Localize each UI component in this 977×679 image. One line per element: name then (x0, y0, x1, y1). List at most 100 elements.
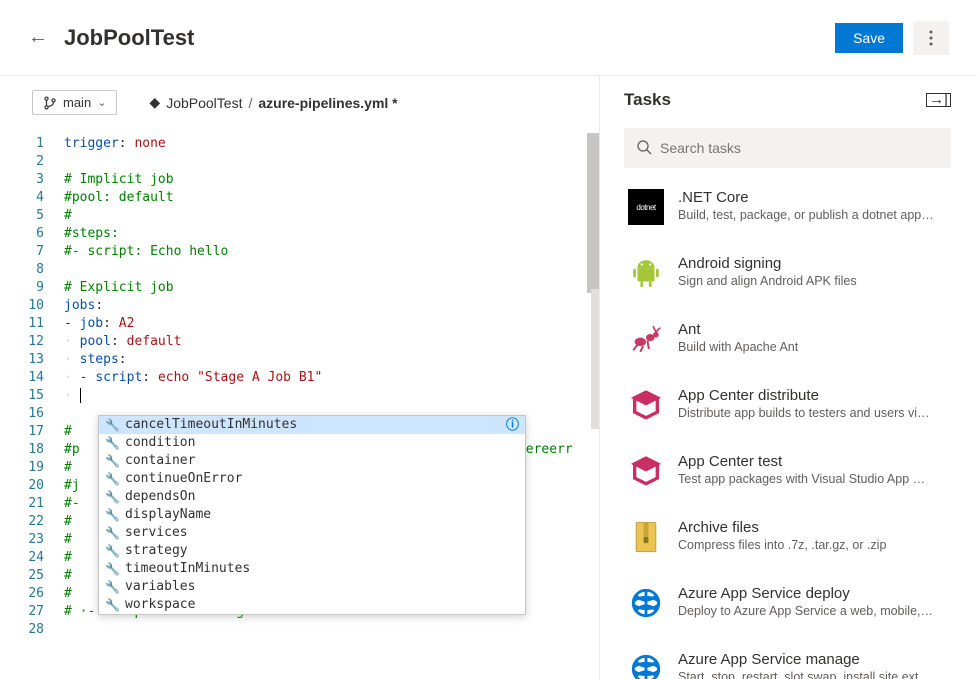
code-line[interactable]: - job: A2 (64, 315, 599, 333)
suggestion-label: condition (125, 434, 195, 452)
suggestion-item[interactable]: 🔧cancelTimeoutInMinutesⓘ (99, 416, 525, 434)
task-item[interactable]: dotnet.NET CoreBuild, test, package, or … (624, 174, 969, 240)
line-number: 26 (0, 585, 64, 603)
wrench-icon: 🔧 (105, 542, 119, 560)
suggestion-item[interactable]: 🔧 timeoutInMinutes (99, 560, 525, 578)
code-line[interactable]: # Implicit job (64, 171, 599, 189)
code-line[interactable] (64, 621, 599, 639)
line-number: 15 (0, 387, 64, 405)
line-number: 23 (0, 531, 64, 549)
line-number: 17 (0, 423, 64, 441)
code-line[interactable] (64, 261, 599, 279)
line-number: 5 (0, 207, 64, 225)
task-item[interactable]: App Center distribute Distribute app buil… (624, 372, 969, 438)
line-number: 18 (0, 441, 64, 459)
suggestion-item[interactable]: 🔧dependsOn (99, 488, 525, 506)
more-actions-button[interactable] (913, 21, 949, 55)
task-description: Test app packages with Visual Studio App… (678, 472, 934, 486)
code-line[interactable]: #pool: default (64, 189, 599, 207)
line-number: 3 (0, 171, 64, 189)
suggestion-label: continueOnError (125, 470, 242, 488)
task-search-input[interactable] (660, 140, 939, 156)
wrench-icon: 🔧 (105, 596, 119, 614)
task-search-box[interactable] (624, 128, 951, 168)
task-icon: dotnet (628, 189, 664, 225)
branch-icon (43, 96, 57, 110)
code-line[interactable]: · steps: (64, 351, 599, 369)
code-editor[interactable]: 1234567891011121314151617181920212223242… (0, 133, 599, 679)
suggestion-label: cancelTimeoutInMinutes (125, 416, 297, 434)
project-icon: ◆ (149, 94, 160, 111)
line-number: 25 (0, 567, 64, 585)
line-number: 2 (0, 153, 64, 171)
task-title: Android signing (678, 255, 857, 272)
code-line[interactable]: jobs: (64, 297, 599, 315)
suggestion-item[interactable]: 🔧variables (99, 578, 525, 596)
wrench-icon: 🔧 (105, 560, 119, 578)
code-line[interactable]: # Explicit job (64, 279, 599, 297)
code-line[interactable] (64, 153, 599, 171)
code-line[interactable]: · (64, 387, 599, 405)
suggestion-item[interactable]: 🔧condition (99, 434, 525, 452)
task-description: Deploy to Azure App Service a web, mobil… (678, 604, 934, 618)
task-description: Distribute app builds to testers and use… (678, 406, 934, 420)
task-item[interactable]: Archive filesCompress files into .7z, .t… (624, 504, 969, 570)
task-icon (628, 585, 664, 621)
task-description: Start, stop, restart, slot swap, install… (678, 670, 934, 679)
task-description: Compress files into .7z, .tar.gz, or .zi… (678, 538, 886, 552)
back-icon[interactable]: ← (28, 26, 48, 49)
task-item[interactable]: Android signing Sign and align Android AP… (624, 240, 969, 306)
line-number: 19 (0, 459, 64, 477)
line-number: 22 (0, 513, 64, 531)
line-number: 20 (0, 477, 64, 495)
task-description: Build with Apache Ant (678, 340, 798, 354)
task-icon (628, 255, 664, 291)
suggestion-item[interactable]: 🔧displayName (99, 506, 525, 524)
code-line[interactable]: #- script: Echo hello (64, 243, 599, 261)
code-line[interactable]: #steps: (64, 225, 599, 243)
task-item[interactable]: Azure App Service deployDeploy to Azure … (624, 570, 969, 636)
collapse-tasks-icon[interactable]: →| (926, 93, 951, 107)
breadcrumb: ◆ JobPoolTest / azure-pipelines.yml * (149, 94, 397, 111)
line-number: 27 (0, 603, 64, 621)
task-icon (628, 453, 664, 489)
suggestion-label: workspace (125, 596, 195, 614)
line-number: 10 (0, 297, 64, 315)
suggestion-label: timeoutInMinutes (125, 560, 250, 578)
line-number: 28 (0, 621, 64, 639)
code-line[interactable]: · - script: echo "Stage A Job B1" (64, 369, 599, 387)
suggestion-label: container (125, 452, 195, 470)
line-number: 12 (0, 333, 64, 351)
line-number: 4 (0, 189, 64, 207)
task-title: .NET Core (678, 189, 934, 206)
line-number: 24 (0, 549, 64, 567)
task-icon (628, 387, 664, 423)
suggestion-label: displayName (125, 506, 211, 524)
intellisense-suggestions[interactable]: 🔧cancelTimeoutInMinutesⓘ🔧condition🔧conta… (98, 415, 526, 615)
suggestion-item[interactable]: 🔧 workspace (99, 596, 525, 614)
save-button[interactable]: Save (835, 23, 903, 53)
suggestion-item[interactable]: 🔧 continueOnError (99, 470, 525, 488)
wrench-icon: 🔧 (105, 470, 119, 488)
branch-selector[interactable]: main ⌄ (32, 90, 117, 115)
wrench-icon: 🔧 (105, 578, 119, 596)
editor-scrollbar[interactable] (587, 133, 599, 293)
task-title: App Center distribute (678, 387, 934, 404)
wrench-icon: 🔧 (105, 524, 119, 542)
branch-name: main (63, 95, 91, 110)
task-item[interactable]: App Center testTest app packages with Vi… (624, 438, 969, 504)
code-line[interactable]: trigger: none (64, 135, 599, 153)
task-description: Sign and align Android APK files (678, 274, 857, 288)
info-icon[interactable]: ⓘ (506, 416, 519, 434)
suggestion-item[interactable]: 🔧container (99, 452, 525, 470)
suggestion-item[interactable]: 🔧strategy (99, 542, 525, 560)
code-line[interactable]: # (64, 207, 599, 225)
task-item[interactable]: AntBuild with Apache Ant (624, 306, 969, 372)
breadcrumb-project[interactable]: JobPoolTest (166, 95, 242, 111)
line-number: 13 (0, 351, 64, 369)
line-number: 9 (0, 279, 64, 297)
task-item[interactable]: Azure App Service manageStart, stop, res… (624, 636, 969, 679)
suggestion-item[interactable]: 🔧services (99, 524, 525, 542)
code-line[interactable]: · pool: default (64, 333, 599, 351)
task-icon (628, 321, 664, 357)
